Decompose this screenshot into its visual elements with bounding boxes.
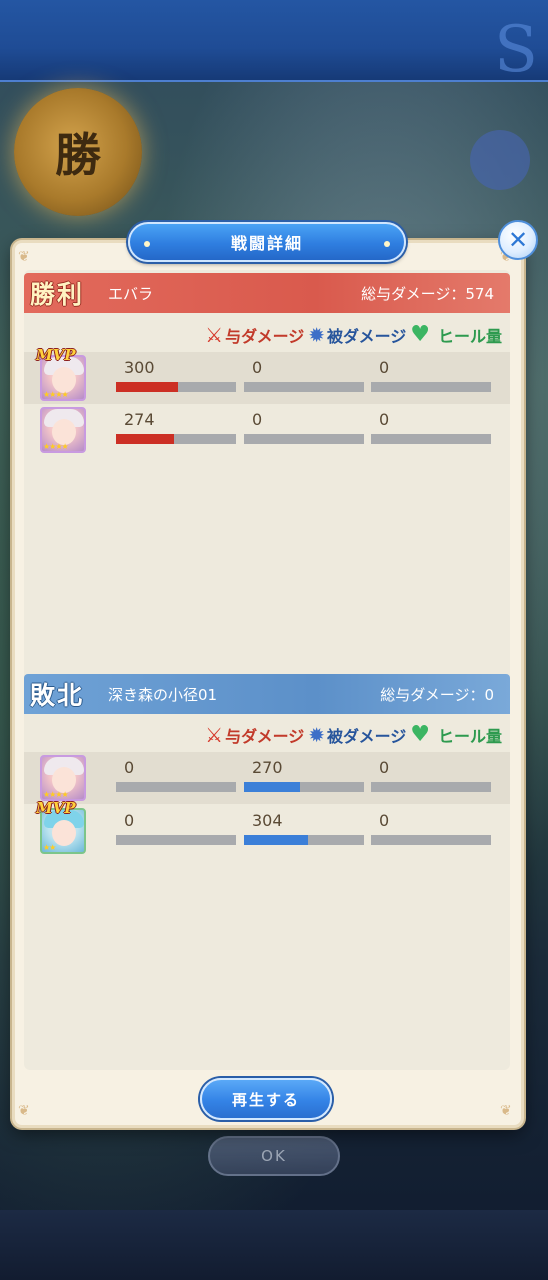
damage-dealt-stat: 0 — [116, 758, 236, 792]
heal-stat: 0 — [371, 758, 491, 792]
damage-dealt-bar — [116, 434, 174, 444]
star-rating: ★★ — [43, 843, 56, 852]
legend-heal-label: ヒール量 — [437, 327, 502, 346]
star-rating: ★★★★ — [43, 390, 69, 399]
damage-taken-bar — [244, 835, 308, 845]
damage-dealt-stat: 300 — [116, 358, 236, 392]
damage-taken-stat: 0 — [244, 358, 364, 392]
team-total-damage: 総与ダメージ：574 — [361, 284, 494, 303]
modal-title-text: 戦闘詳細 — [230, 234, 303, 253]
damage-taken-stat: 0 — [244, 410, 364, 444]
ok-button[interactable]: OK — [208, 1136, 340, 1176]
legend-damage-dealt-label: 与ダメージ — [225, 727, 305, 746]
legend-damage-dealt: ⚔ 与ダメージ — [205, 323, 304, 347]
unit-row[interactable]: ★★★★ 0 270 0 — [24, 752, 510, 804]
sword-icon: ⚔ — [205, 323, 224, 347]
stat-value: 0 — [379, 410, 390, 429]
legend-damage-taken: ✹ 被ダメージ — [308, 723, 406, 747]
legend-heal: ♥ ヒール量 — [410, 323, 502, 347]
stat-value: 274 — [124, 410, 155, 429]
unit-portrait: ★★★★ — [40, 407, 86, 453]
team-header-victory: 勝利 エバラ 総与ダメージ：574 — [24, 273, 510, 313]
background-button — [470, 130, 530, 190]
close-icon: ✕ — [507, 226, 529, 254]
legend-heal: ♥ ヒール量 — [410, 723, 502, 747]
sword-icon: ⚔ — [205, 723, 224, 747]
corner-ornament-icon: ❦ — [18, 1103, 30, 1119]
team-name: エバラ — [108, 284, 154, 303]
legend-damage-dealt-label: 与ダメージ — [225, 327, 305, 346]
star-rating: ★★★★ — [43, 790, 69, 799]
title-dot-icon — [384, 241, 390, 247]
unit-portrait: ★★★★ — [40, 755, 86, 801]
mvp-badge: MVP — [36, 799, 76, 817]
stat-value: 304 — [252, 811, 283, 830]
victory-emblem-text: 勝 — [55, 128, 101, 182]
bomb-icon: ✹ — [308, 323, 326, 347]
bottom-strip — [0, 1210, 548, 1280]
stat-legend: ⚔ 与ダメージ ✹ 被ダメージ ♥ ヒール量 — [24, 716, 510, 754]
replay-button[interactable]: 再生する — [200, 1078, 332, 1120]
stat-value: 0 — [252, 410, 263, 429]
title-dot-icon — [144, 241, 150, 247]
heal-stat: 0 — [371, 410, 491, 444]
damage-taken-bar — [244, 782, 301, 792]
close-button[interactable]: ✕ — [498, 220, 538, 260]
stat-value: 0 — [124, 758, 135, 777]
swirl-decoration-icon: S — [494, 13, 538, 87]
stat-value: 0 — [252, 358, 263, 377]
unit-row[interactable]: ★★★★ 274 0 0 — [24, 404, 510, 456]
corner-ornament-icon: ❦ — [18, 249, 30, 265]
heart-icon: ♥ — [410, 322, 430, 347]
stat-value: 270 — [252, 758, 283, 777]
damage-dealt-bar — [116, 382, 179, 392]
top-bar: S — [0, 0, 548, 82]
unit-row[interactable]: ★★★★ MVP 300 0 0 — [24, 346, 510, 404]
stat-value: 0 — [124, 811, 135, 830]
modal-title: 戦闘詳細 — [128, 222, 406, 262]
team-result: 敗北 — [30, 681, 85, 710]
victory-emblem: 勝 — [14, 88, 142, 216]
heart-icon: ♥ — [410, 722, 430, 747]
team-result: 勝利 — [30, 280, 85, 309]
team-total-damage: 総与ダメージ：0 — [380, 685, 494, 704]
legend-damage-taken-label: 被ダメージ — [327, 727, 407, 746]
team-header-defeat: 敗北 深き森の小径01 総与ダメージ：0 — [24, 674, 510, 714]
unit-row[interactable]: ★★ MVP 0 304 0 — [24, 799, 510, 857]
legend-heal-label: ヒール量 — [437, 727, 502, 746]
stat-value: 0 — [379, 811, 390, 830]
bomb-icon: ✹ — [308, 723, 326, 747]
stat-value: 300 — [124, 358, 155, 377]
stat-value: 0 — [379, 358, 390, 377]
corner-ornament-icon: ❦ — [500, 1103, 512, 1119]
legend-damage-taken: ✹ 被ダメージ — [308, 323, 406, 347]
damage-dealt-stat: 0 — [116, 811, 236, 845]
heal-stat: 0 — [371, 811, 491, 845]
mvp-badge: MVP — [36, 346, 76, 364]
stat-value: 0 — [379, 758, 390, 777]
damage-dealt-stat: 274 — [116, 410, 236, 444]
stat-legend: ⚔ 与ダメージ ✹ 被ダメージ ♥ ヒール量 — [24, 316, 510, 354]
star-rating: ★★★★ — [43, 442, 69, 451]
damage-taken-stat: 304 — [244, 811, 364, 845]
legend-damage-dealt: ⚔ 与ダメージ — [205, 723, 304, 747]
damage-taken-stat: 270 — [244, 758, 364, 792]
team-name: 深き森の小径01 — [108, 685, 218, 704]
heal-stat: 0 — [371, 358, 491, 392]
legend-damage-taken-label: 被ダメージ — [327, 327, 407, 346]
